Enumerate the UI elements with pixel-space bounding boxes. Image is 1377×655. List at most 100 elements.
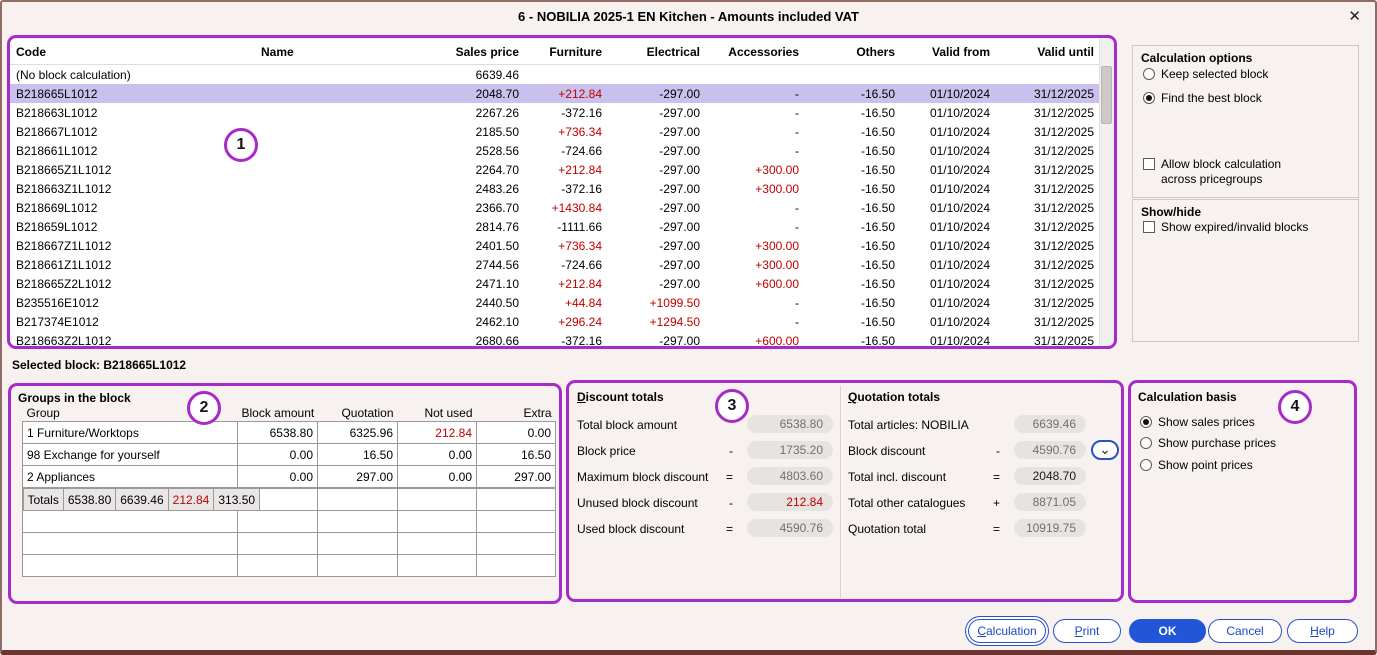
- block-table-cell: +736.34: [558, 238, 602, 253]
- totals-label: Total articles: NOBILIA: [848, 418, 969, 432]
- show-hide-title: Show/hide: [1141, 205, 1201, 219]
- groups-table-cell: [237, 554, 318, 577]
- vertical-scrollbar[interactable]: [1099, 39, 1114, 347]
- block-table-cell: B218663Z2L1012: [16, 333, 112, 348]
- expand-block-discount-button[interactable]: ⌄: [1091, 440, 1119, 460]
- col-header-electrical[interactable]: Electrical: [608, 39, 706, 65]
- title-bar: 6 - NOBILIA 2025-1 EN Kitchen - Amounts …: [2, 2, 1375, 32]
- block-table-row[interactable]: B218667Z1L1012 2401.50 +736.34 -297.00 +300.…: [10, 236, 1100, 255]
- block-table-row[interactable]: B218663Z2L1012 2680.66 -372.16 -297.00 +600.…: [10, 331, 1100, 348]
- groups-table-cell: 2 Appliances: [22, 465, 238, 488]
- col-header-furniture[interactable]: Furniture: [525, 39, 608, 65]
- help-button[interactable]: Help: [1287, 619, 1358, 643]
- block-table-row[interactable]: B218669L1012 2366.70 +1430.84 -297.00 - -16.5…: [10, 198, 1100, 217]
- radio-keep-selected-block[interactable]: Keep selected block: [1143, 67, 1268, 82]
- col-header-name[interactable]: Name: [255, 39, 415, 65]
- col-header-valid-until[interactable]: Valid until: [996, 39, 1100, 65]
- totals-label: Unused block discount: [577, 496, 698, 510]
- quotation-totals: Total articles: NOBILIA 6639.46 Block disc…: [848, 412, 1119, 542]
- block-table-row[interactable]: B218661L1012 2528.56 -724.66 -297.00 - -16.50…: [10, 141, 1100, 160]
- block-table-cell: 31/12/2025: [1033, 162, 1094, 177]
- groups-table-cell: [317, 532, 398, 555]
- groups-table-cell: 0.00: [476, 421, 556, 444]
- block-table-cell: B218663Z1L1012: [16, 181, 112, 196]
- block-table-cell: -16.50: [860, 162, 895, 177]
- block-table-cell: -297.00: [659, 200, 700, 215]
- groups-table-cell: 212.84: [397, 421, 477, 444]
- checkbox-show-expired-invalid-blocks[interactable]: Show expired/invalid blocks: [1143, 220, 1308, 235]
- block-table-row[interactable]: B218665Z2L1012 2471.10 +212.84 -297.00 +600.…: [10, 274, 1100, 293]
- block-table-row[interactable]: B218665Z1L1012 2264.70 +212.84 -297.00 +300.…: [10, 160, 1100, 179]
- block-table-row[interactable]: B218659L1012 2814.76 -1111.66 -297.00 - -16.5…: [10, 217, 1100, 236]
- block-table-cell: 2366.70: [475, 200, 519, 215]
- block-table-cell: +1294.50: [649, 314, 700, 329]
- col-header-sales-price[interactable]: Sales price: [415, 39, 525, 65]
- totals-row: Unused block discount -212.84: [577, 490, 833, 516]
- value-field: 2048.70: [1014, 467, 1086, 485]
- block-table-cell: 01/10/2024: [929, 276, 990, 291]
- block-table-cell: B218663L1012: [16, 105, 98, 120]
- block-table-cell: -16.50: [860, 333, 895, 348]
- col-header-accessories[interactable]: Accessories: [706, 39, 805, 65]
- totals-label: Block price: [577, 444, 636, 458]
- col-header-others[interactable]: Others: [805, 39, 901, 65]
- block-table-cell: [255, 84, 415, 103]
- groups-col-quotation: Quotation: [341, 406, 394, 420]
- dialog-title: 6 - NOBILIA 2025-1 EN Kitchen - Amounts …: [518, 9, 859, 24]
- block-table-cell: -16.50: [860, 105, 895, 120]
- groups-table-cell: 297.00: [317, 465, 398, 488]
- block-table-cell: -16.50: [860, 314, 895, 329]
- groups-table-cell: 98 Exchange for yourself: [22, 443, 238, 466]
- block-table-cell: [805, 65, 901, 85]
- block-table-cell: B217374E1012: [16, 314, 99, 329]
- scrollbar-thumb[interactable]: [1101, 66, 1112, 124]
- block-table-cell: 31/12/2025: [1033, 86, 1094, 101]
- checkbox-label-line1: Allow block calculation: [1161, 157, 1282, 171]
- radio-show-purchase-prices[interactable]: Show purchase prices: [1140, 436, 1276, 451]
- block-table-cell: [255, 160, 415, 179]
- checkbox-allow-block-calculation-across-pricegroups[interactable]: Allow block calculation across pricegroup…: [1143, 157, 1281, 187]
- radio-label: Find the best block: [1161, 91, 1262, 105]
- block-table-row[interactable]: B217374E1012 2462.10 +296.24 +1294.50 - -16.5…: [10, 312, 1100, 331]
- checkbox-icon: [1143, 221, 1155, 233]
- groups-table-cell: [397, 532, 477, 555]
- close-icon[interactable]: ✕: [1348, 2, 1361, 32]
- block-table-cell: -16.50: [860, 181, 895, 196]
- print-button[interactable]: Print: [1053, 619, 1121, 643]
- totals-label: Total block amount: [577, 418, 678, 432]
- block-table-cell: 31/12/2025: [1033, 276, 1094, 291]
- block-table-row[interactable]: (No block calculation) 6639.46: [10, 65, 1100, 85]
- totals-row: Quotation total = 10919.75: [848, 516, 1086, 542]
- col-header-code[interactable]: Code: [10, 39, 255, 65]
- block-table-cell: 01/10/2024: [929, 143, 990, 158]
- radio-show-point-prices[interactable]: Show point prices: [1140, 458, 1253, 473]
- block-table-cell: -16.50: [860, 124, 895, 139]
- block-table-row[interactable]: B218665L1012 2048.70 +212.84 -297.00 - -16.50…: [10, 84, 1100, 103]
- block-table-row[interactable]: B218663Z1L1012 2483.26 -372.16 -297.00 +300.…: [10, 179, 1100, 198]
- block-table-cell: 01/10/2024: [929, 219, 990, 234]
- quotation-totals-title: Quotation totals: [848, 390, 941, 404]
- block-table-row[interactable]: B218661Z1L1012 2744.56 -724.66 -297.00 +300.…: [10, 255, 1100, 274]
- block-table-row[interactable]: B218667L1012 2185.50 +736.34 -297.00 - -16.50…: [10, 122, 1100, 141]
- col-header-valid-from[interactable]: Valid from: [901, 39, 996, 65]
- block-calculation-dialog: 6 - NOBILIA 2025-1 EN Kitchen - Amounts …: [0, 0, 1377, 655]
- cancel-button[interactable]: Cancel: [1208, 619, 1282, 643]
- radio-show-sales-prices[interactable]: Show sales prices: [1140, 415, 1255, 430]
- block-table-cell: +600.00: [755, 276, 799, 291]
- totals-row: Block price -1735.20: [577, 438, 833, 464]
- radio-find-best-block[interactable]: Find the best block: [1143, 91, 1262, 106]
- block-table-cell: [255, 293, 415, 312]
- block-table-cell: -297.00: [659, 333, 700, 348]
- block-table-cell: -297.00: [659, 181, 700, 196]
- groups-table-cell: [476, 510, 556, 533]
- block-table-row[interactable]: B218663L1012 2267.26 -372.16 -297.00 - -16.50…: [10, 103, 1100, 122]
- block-table-row[interactable]: B235516E1012 2440.50 +44.84 +1099.50 - -16.50…: [10, 293, 1100, 312]
- block-table-cell: 31/12/2025: [1033, 200, 1094, 215]
- block-table-cell: 2744.56: [475, 257, 519, 272]
- ok-button[interactable]: OK: [1129, 619, 1206, 643]
- groups-table-cell: [22, 554, 238, 577]
- value-field: 4803.60: [747, 467, 833, 485]
- groups-table-cell: [397, 488, 477, 511]
- block-table-cell: (No block calculation): [16, 67, 131, 82]
- calculation-button[interactable]: Calculation: [968, 619, 1046, 643]
